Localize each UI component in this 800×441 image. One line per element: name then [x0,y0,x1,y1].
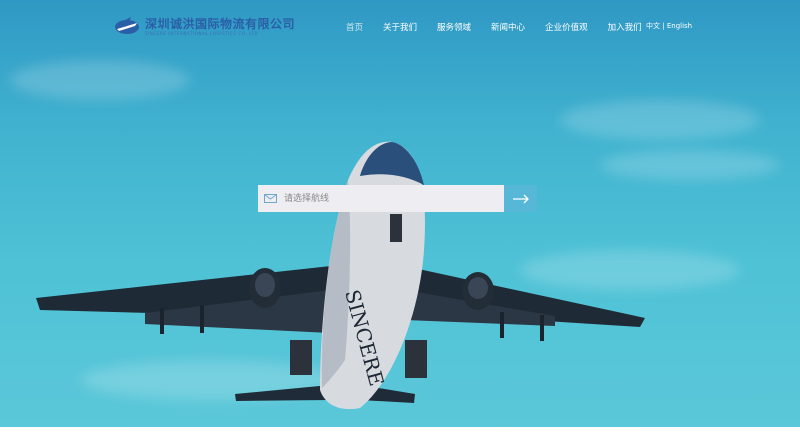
nav-item-services[interactable]: 服务领域 [437,21,471,33]
nav-item-values[interactable]: 企业价值观 [545,21,588,33]
site-logo[interactable]: 深圳诚洪国际物流有限公司 SINCERE INTERNATIONAL LOGIS… [113,17,295,37]
nav-item-about[interactable]: 关于我们 [383,21,417,33]
language-switch: 中文 | English [646,21,692,31]
hero-airplane: SINCERE [36,141,645,410]
logo-name-en: SINCERE INTERNATIONAL LOGISTICS CO.,LTD [145,31,259,36]
lang-separator: | [662,22,665,30]
logo-name-cn: 深圳诚洪国际物流有限公司 [145,17,296,31]
nav-item-news[interactable]: 新闻中心 [491,21,525,33]
logo-plane-icon [115,17,139,34]
mail-icon [264,194,277,203]
lang-en-link[interactable]: English [667,22,692,30]
search-button[interactable] [504,185,537,212]
search-box [258,185,504,212]
route-search [258,185,537,212]
nav-item-home[interactable]: 首页 [346,21,363,33]
bottom-strip [0,427,800,441]
main-nav: 首页 关于我们 服务领域 新闻中心 企业价值观 加入我们 [346,21,662,33]
route-search-input[interactable] [282,192,486,205]
arrow-right-icon [512,194,529,203]
site-header: 深圳诚洪国际物流有限公司 SINCERE INTERNATIONAL LOGIS… [0,0,800,52]
nav-item-join[interactable]: 加入我们 [608,21,642,33]
lang-cn-link[interactable]: 中文 [646,22,660,30]
